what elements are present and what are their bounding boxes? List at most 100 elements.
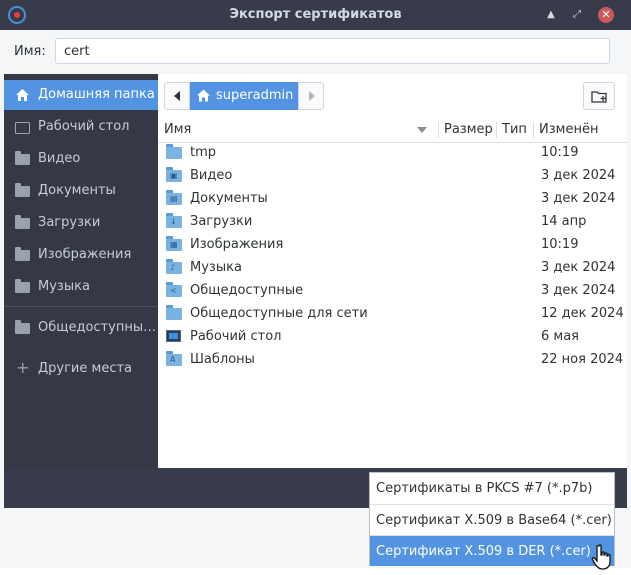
sidebar-item-label: Другие места [38,361,133,376]
folder-outline-icon [15,120,30,134]
file-name: Изображения [190,237,284,252]
folder-icon [15,151,30,165]
new-folder-icon [591,91,607,103]
sidebar-item-label: Музыка [38,279,90,294]
format-option-pkcs7[interactable]: Сертификаты в PKCS #7 (*.p7b) [370,473,614,503]
sidebar-separator [4,306,158,307]
format-option-label: Сертификат X.509 в DER (*.cer) [376,544,591,559]
folder-icon [15,279,30,293]
sidebar-item-desktop[interactable]: Рабочий стол [4,112,158,142]
sidebar-item-label: Загрузки [38,215,101,230]
file-name: Видео [190,168,233,183]
sidebar-item-video[interactable]: Видео [4,144,158,174]
file-name: Музыка [190,260,242,275]
sidebar-item-downloads[interactable]: Загрузки [4,208,158,238]
file-name: Документы [190,191,268,206]
file-modified: 3 дек 2024 [541,283,616,298]
file-modified: 14 апр [541,214,587,229]
maximize-icon[interactable]: ⤢ [570,8,584,22]
sidebar-item-label: Домашняя папка [38,87,155,102]
format-option-base64[interactable]: Сертификат X.509 в Base64 (*.cer) [370,505,614,535]
folder-video-icon: ▣ [166,167,182,182]
window-frame-bottom [0,568,631,575]
file-modified: 3 дек 2024 [541,168,616,183]
file-row[interactable]: A Шаблоны 22 ноя 2024 [158,348,627,371]
home-icon [15,88,30,101]
file-row[interactable]: < Общедоступные 3 дек 2024 [158,279,627,302]
folder-icon [15,247,30,261]
file-name: Шаблоны [190,352,255,367]
path-current-label: superadmin [216,88,294,103]
file-modified: 6 мая [541,329,579,344]
path-back-button[interactable] [164,82,190,110]
column-modified[interactable]: Изменён [539,122,598,137]
folder-icon [15,320,30,334]
folder-templates-icon: A [166,351,182,366]
column-divider [533,122,534,138]
folder-icon [15,215,30,229]
file-name: Загрузки [190,214,253,229]
sidebar-item-label: Рабочий стол [38,119,130,134]
sidebar-item-label: Изображения [38,247,132,262]
file-row[interactable]: ▣ Видео 3 дек 2024 [158,164,627,187]
file-modified: 3 дек 2024 [541,260,616,275]
file-modified: 3 дек 2024 [541,191,616,206]
folder-documents-icon: ▤ [166,190,182,205]
file-row[interactable]: ▤ Документы 3 дек 2024 [158,187,627,210]
sidebar-item-pictures[interactable]: Изображения [4,240,158,270]
column-size[interactable]: Размер [444,122,493,137]
name-input[interactable] [55,38,610,64]
folder-music-icon: ♪ [166,259,182,274]
path-forward-button[interactable] [298,82,324,110]
sidebar-item-home[interactable]: Домашняя папка [4,80,158,110]
sidebar-item-label: Документы [38,183,116,198]
folder-icon [166,305,182,320]
sidebar-item-public[interactable]: Общедоступны… [4,313,158,343]
column-type[interactable]: Тип [502,122,527,137]
window-frame-right [627,30,631,570]
sort-descending-icon [417,127,427,133]
file-row[interactable]: Общедоступные для сети 12 дек 2024 [158,302,627,325]
mouse-cursor-icon [591,544,611,570]
format-option-label: Сертификат X.509 в Base64 (*.cer) [376,513,612,528]
file-name: tmp [190,145,217,160]
minimize-icon[interactable]: ▲ [544,8,558,22]
column-divider [496,122,497,138]
close-icon[interactable]: ✕ [598,7,614,23]
column-divider [438,122,439,138]
places-sidebar: Домашняя папка Рабочий стол Видео Докуме… [4,74,158,468]
file-name: Общедоступные [190,283,304,298]
file-row[interactable]: tmp 10:19 [158,141,627,164]
file-name: Рабочий стол [190,329,282,344]
format-option-label: Сертификаты в PKCS #7 (*.p7b) [376,481,593,496]
column-header: Имя Размер Тип Изменён [158,118,627,143]
format-option-der[interactable]: Сертификат X.509 в DER (*.cer) [370,536,614,566]
desktop-icon [166,329,182,343]
file-row[interactable]: Рабочий стол 6 мая [158,325,627,348]
format-dropdown-menu: Сертификаты в PKCS #7 (*.p7b) Сертификат… [369,472,615,566]
file-modified: 12 дек 2024 [541,306,624,321]
sidebar-item-music[interactable]: Музыка [4,272,158,302]
folder-icon [15,183,30,197]
sidebar-item-other-places[interactable]: + Другие места [4,354,158,384]
file-modified: 10:19 [541,237,579,252]
file-row[interactable]: ↓ Загрузки 14 апр [158,210,627,233]
path-button-current[interactable]: superadmin [190,82,298,110]
title-bar: Экспорт сертификатов ▲ ⤢ ✕ [0,0,631,30]
plus-icon: + [16,358,30,377]
folder-download-icon: ↓ [166,213,182,228]
folder-share-icon: < [166,282,182,297]
file-row[interactable]: ♪ Музыка 3 дек 2024 [158,256,627,279]
column-name[interactable]: Имя [164,122,191,137]
sidebar-item-documents[interactable]: Документы [4,176,158,206]
new-folder-button[interactable] [583,82,615,110]
file-modified: 10:19 [541,145,579,160]
file-row[interactable]: ▦ Изображения 10:19 [158,233,627,256]
window-title: Экспорт сертификатов [229,7,402,22]
file-modified: 22 ноя 2024 [541,352,624,367]
sidebar-item-label: Видео [38,151,81,166]
folder-icon [166,144,182,159]
home-icon [197,89,210,102]
file-name: Общедоступные для сети [190,306,368,321]
folder-pictures-icon: ▦ [166,236,182,251]
